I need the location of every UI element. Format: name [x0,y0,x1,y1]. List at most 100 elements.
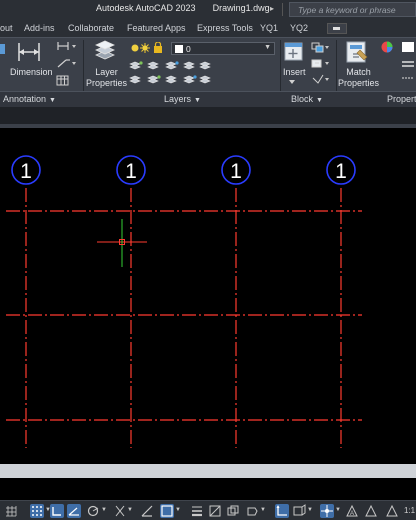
properties-panel-title-text: Propert [387,94,416,104]
chevron-down-icon: ▼ [316,97,323,104]
grid-bubble[interactable]: 1 [11,155,41,185]
drawing-canvas[interactable]: 1 1 1 1 [0,128,416,464]
window-title: Autodesk AutoCAD 2023 Drawing1.dwg [96,3,270,13]
layer-properties-label-line1: Layer [95,67,118,77]
layers-panel-title[interactable]: Layers ▼ [164,94,201,104]
isodraft-icon[interactable] [86,504,100,518]
tab-add-ins[interactable]: Add-ins [24,23,55,33]
insert-chevron-down-icon[interactable] [287,78,297,86]
ortho-mode-button[interactable] [50,504,64,518]
layer-color-swatch [175,45,183,53]
chevron-down-icon[interactable]: ▼ [175,507,181,513]
grid-bubble[interactable]: 1 [326,155,356,185]
annotation-scale-icon[interactable] [385,504,399,518]
grid-bubble[interactable]: 1 [221,155,251,185]
snap-mode-button[interactable] [30,504,44,518]
selection-cycling-icon[interactable] [226,504,240,518]
tab-yq1[interactable]: YQ1 [260,23,278,33]
insert-block-icon[interactable] [282,40,306,64]
block-panel-title-text: Block [291,94,314,104]
grid-bubble-label: 1 [125,160,137,183]
crosshair-cursor [97,219,147,267]
properties-panel-title[interactable]: Propert [387,94,416,104]
polar-tracking-button[interactable] [67,504,81,518]
layers-panel-title-text: Layers [164,94,192,104]
object-snap-tracking-icon[interactable] [113,504,127,518]
svg-text:A: A [350,511,354,517]
table-icon[interactable] [56,75,70,87]
tab-yq2[interactable]: YQ2 [290,23,308,33]
layer-tools-icons[interactable] [128,58,212,88]
tab-featured-apps[interactable]: Featured Apps [127,23,186,33]
polar-icon [68,507,79,516]
annotation-panel-title-text: Annotation [3,94,47,104]
lineweight-icon[interactable] [190,504,204,518]
layer-properties-label-line2: Properties [86,78,128,88]
title-bar: Autodesk AutoCAD 2023 Drawing1.dwg ▸ Typ… [0,0,416,19]
layer-properties-icon[interactable] [92,39,118,65]
text-icon[interactable] [0,42,6,56]
match-properties-label-line1: Match [346,67,371,77]
dynamic-ucs-button[interactable] [275,504,289,518]
command-line-area[interactable] [0,478,416,500]
grid-display-icon[interactable] [4,504,18,518]
grid-lines-horizontal [6,210,362,421]
gizmo-icon [321,505,333,517]
grid-bubble-label: 1 [230,160,242,183]
title-separator [282,3,283,16]
status-bar: ▼ ▼ ▼ ▼ ▼ ▼ ▼ A 1:1 [0,500,416,520]
current-layer-name: 0 [186,44,191,54]
grid-lines-vertical [25,188,342,448]
chevron-down-icon: ▼ [264,44,271,51]
chevron-down-icon: ▼ [49,97,56,104]
block-tools-icons[interactable] [310,40,332,88]
block-panel-title[interactable]: Block ▼ [291,94,323,104]
chevron-down-icon: ▼ [194,97,201,104]
leader-icon[interactable] [56,57,78,69]
chevron-down-icon[interactable]: ▼ [127,507,133,513]
annotation-autoscale-icon[interactable] [364,504,378,518]
linear-dimension-icon[interactable] [56,40,78,52]
transparency-icon[interactable] [208,504,222,518]
annotation-scale-value[interactable]: 1:1 [404,506,415,515]
gizmo-button[interactable] [320,504,334,518]
grid-bubble[interactable]: 1 [116,155,146,185]
ortho-icon [52,507,61,516]
property-tools-icons[interactable] [380,40,416,86]
title-arrow-icon[interactable]: ▸ [270,4,274,13]
annotation-visibility-icon[interactable]: A [345,504,359,518]
object-snap-icon[interactable] [140,504,154,518]
dimension-label[interactable]: Dimension [10,67,53,78]
tab-collaborate[interactable]: Collaborate [68,23,114,33]
dynamic-input-icon [161,505,173,517]
match-properties-label[interactable]: Match Properties [338,67,379,89]
ribbon-panel-title-strip [0,91,416,107]
3d-object-snap-icon[interactable] [245,504,259,518]
selection-filter-icon[interactable] [292,504,306,518]
insert-label[interactable]: Insert [283,67,306,78]
ucs-icon [276,505,287,516]
file-name: Drawing1.dwg [212,3,270,13]
layer-dropdown[interactable]: 0 ▼ [171,42,275,55]
chevron-down-icon[interactable]: ▼ [260,507,266,513]
layer-properties-label[interactable]: Layer Properties [86,67,127,89]
model-layout-tab-strip [0,464,416,478]
chevron-down-icon[interactable]: ▼ [335,507,341,513]
grid-bubble-label: 1 [335,160,347,183]
search-placeholder: Type a keyword or phrase [298,5,396,15]
match-properties-icon[interactable] [345,40,369,64]
annotation-panel-title[interactable]: Annotation ▼ [3,94,56,104]
ribbon-tab-bar: out Add-ins Collaborate Featured Apps Ex… [0,19,416,37]
match-properties-label-line2: Properties [338,78,380,88]
chevron-down-icon[interactable]: ▼ [101,507,107,513]
file-tab-strip [0,107,416,124]
lineweight-button[interactable] [160,504,174,518]
layer-state-icons[interactable] [130,42,170,54]
chevron-down-icon[interactable]: ▼ [307,507,313,513]
dimension-icon[interactable] [16,39,42,65]
tab-layout[interactable]: out [0,23,13,33]
search-input[interactable]: Type a keyword or phrase [289,2,416,17]
tab-express-tools[interactable]: Express Tools [197,23,253,33]
ribbon-display-dropdown[interactable] [327,23,347,34]
snap-icon [32,506,42,516]
